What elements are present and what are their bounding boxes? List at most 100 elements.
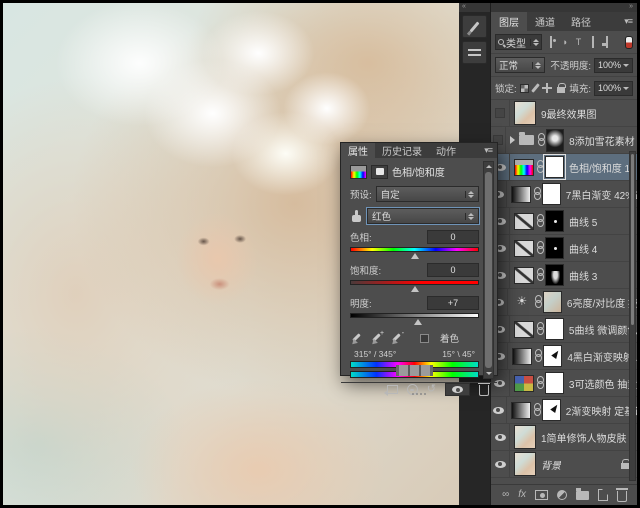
- hue-range-bars[interactable]: [350, 361, 479, 378]
- new-layer-icon[interactable]: [598, 489, 608, 501]
- visibility-eye-icon[interactable]: [491, 397, 507, 423]
- layer-mask-thumbnail[interactable]: [542, 183, 561, 205]
- layer-row[interactable]: 5曲线 微调颜色: [491, 316, 637, 343]
- saturation-value-input[interactable]: 0: [427, 263, 479, 277]
- toggle-visibility-button[interactable]: [445, 383, 470, 396]
- reset-adjustment-icon[interactable]: ↺: [427, 384, 436, 395]
- tab-channels[interactable]: 通道: [527, 12, 563, 31]
- layers-scrollbar[interactable]: [629, 151, 636, 481]
- lock-all-icon[interactable]: [557, 87, 565, 93]
- curves-adjustment-icon[interactable]: [514, 240, 534, 257]
- panel-menu-icon[interactable]: ▾≡: [619, 12, 637, 31]
- panel-resize-handle[interactable]: [412, 393, 426, 395]
- tab-actions[interactable]: 动作: [429, 143, 463, 158]
- saturation-slider[interactable]: [350, 280, 479, 292]
- filter-type-layers-icon[interactable]: T: [573, 37, 584, 47]
- hue-value-input[interactable]: 0: [427, 230, 479, 244]
- lightness-slider[interactable]: [350, 313, 479, 325]
- targeted-adjustment-tool-icon[interactable]: [350, 210, 363, 223]
- gradient-adjustment-icon[interactable]: [511, 186, 531, 203]
- layer-mask-thumbnail[interactable]: [542, 399, 561, 421]
- layer-row[interactable]: 8添加雪花素材 让...: [491, 127, 637, 154]
- layer-row[interactable]: 色相/饱和度 1: [491, 154, 637, 181]
- layer-mask-thumbnail[interactable]: [545, 210, 564, 232]
- layer-mask-thumbnail[interactable]: [543, 345, 562, 367]
- lightness-value-input[interactable]: +7: [427, 296, 479, 310]
- delete-adjustment-icon[interactable]: [479, 385, 489, 396]
- panel-collapse-arrows-icon[interactable]: »: [491, 3, 637, 12]
- layer-row[interactable]: 曲线 5: [491, 208, 637, 235]
- filter-smart-objects-icon[interactable]: [601, 37, 612, 47]
- layer-row[interactable]: 4黑白渐变映射 ...: [491, 343, 637, 370]
- blend-mode-dropdown[interactable]: 正常: [495, 57, 545, 73]
- lock-transparency-icon[interactable]: [520, 84, 529, 93]
- layer-mask-thumbnail[interactable]: [545, 264, 564, 286]
- brush-presets-panel-button[interactable]: [462, 15, 487, 38]
- properties-scrollbar[interactable]: [483, 161, 494, 379]
- layer-style-fx-icon[interactable]: fx: [518, 490, 526, 500]
- layer-row[interactable]: ☀6亮度/对比度 控...: [491, 289, 637, 316]
- dock-collapse-arrows-icon[interactable]: «: [459, 3, 490, 12]
- hue-slider[interactable]: [350, 247, 479, 259]
- fill-value-dropdown[interactable]: 100%: [594, 81, 633, 96]
- opacity-value-dropdown[interactable]: 100%: [594, 58, 633, 73]
- eyedropper-add-icon[interactable]: +: [370, 332, 382, 345]
- brightness-adjustment-icon[interactable]: ☀: [512, 294, 532, 311]
- hue-range-selector[interactable]: [396, 365, 432, 376]
- layer-row[interactable]: 背景: [491, 451, 637, 478]
- layer-mask-thumbnail[interactable]: [545, 237, 564, 259]
- lock-pixels-icon[interactable]: [531, 83, 540, 93]
- layer-row[interactable]: 3可选颜色 抽黄: [491, 370, 637, 397]
- selective-adjustment-icon[interactable]: [514, 375, 534, 392]
- tab-history[interactable]: 历史记录: [375, 143, 429, 158]
- layer-row[interactable]: 9最终效果图: [491, 100, 637, 127]
- visibility-empty-box[interactable]: [491, 100, 510, 126]
- tab-paths[interactable]: 路径: [563, 12, 599, 31]
- layer-row[interactable]: 2渐变映射 定基调...: [491, 397, 637, 424]
- eyedropper-icon[interactable]: [350, 332, 362, 345]
- visibility-eye-icon[interactable]: [491, 451, 510, 477]
- tab-properties[interactable]: 属性: [341, 143, 375, 158]
- curves-adjustment-icon[interactable]: [514, 321, 534, 338]
- delete-layer-icon[interactable]: [617, 491, 627, 502]
- layer-mask-thumbnail[interactable]: [543, 291, 562, 313]
- eyedropper-subtract-icon[interactable]: -: [390, 332, 402, 345]
- layer-mask-thumbnail[interactable]: [545, 156, 564, 178]
- preset-dropdown[interactable]: 自定: [376, 186, 479, 202]
- layer-row[interactable]: 1简单修饰人物皮肤: [491, 424, 637, 451]
- group-mask-thumbnail[interactable]: [546, 129, 564, 152]
- add-layer-mask-icon[interactable]: [535, 490, 548, 500]
- colorize-checkbox[interactable]: [420, 334, 429, 343]
- tab-layers[interactable]: 图层: [491, 12, 527, 31]
- layer-mask-thumbnail[interactable]: [545, 372, 564, 394]
- layer-thumbnail[interactable]: [514, 425, 536, 449]
- filter-kind-dropdown[interactable]: 类型: [495, 34, 542, 50]
- gradient-adjustment-icon[interactable]: [511, 402, 531, 419]
- clip-to-layer-icon[interactable]: [387, 385, 398, 394]
- clone-source-panel-button[interactable]: [462, 41, 487, 64]
- adjustment-controls-icon[interactable]: [350, 165, 367, 179]
- layer-row[interactable]: 曲线 4: [491, 235, 637, 262]
- huesat-adjustment-icon[interactable]: [514, 159, 534, 176]
- mask-controls-icon[interactable]: [371, 165, 388, 179]
- layer-filtering-toggle[interactable]: [625, 36, 633, 49]
- layer-thumbnail[interactable]: [514, 101, 536, 125]
- layer-row[interactable]: 7黑白渐变 42%透...: [491, 181, 637, 208]
- lock-position-icon[interactable]: [542, 83, 552, 93]
- layer-mask-thumbnail[interactable]: [545, 318, 564, 340]
- filter-pixel-layers-icon[interactable]: [545, 37, 556, 47]
- curves-adjustment-icon[interactable]: [514, 267, 534, 284]
- add-adjustment-layer-icon[interactable]: [557, 490, 567, 500]
- filter-shape-layers-icon[interactable]: [587, 37, 598, 47]
- filter-adjustment-layers-icon[interactable]: ◑: [559, 37, 570, 47]
- visibility-eye-icon[interactable]: [491, 424, 510, 450]
- layer-thumbnail[interactable]: [514, 452, 536, 476]
- new-group-icon[interactable]: [576, 491, 589, 500]
- channel-dropdown[interactable]: 红色: [367, 208, 479, 224]
- layer-row[interactable]: 曲线 3: [491, 262, 637, 289]
- group-expand-caret-icon[interactable]: [510, 136, 515, 144]
- link-layers-icon[interactable]: ∞: [502, 490, 509, 500]
- gradient-adjustment-icon[interactable]: [512, 348, 532, 365]
- panel-menu-icon[interactable]: ▾≡: [479, 143, 497, 158]
- curves-adjustment-icon[interactable]: [514, 213, 534, 230]
